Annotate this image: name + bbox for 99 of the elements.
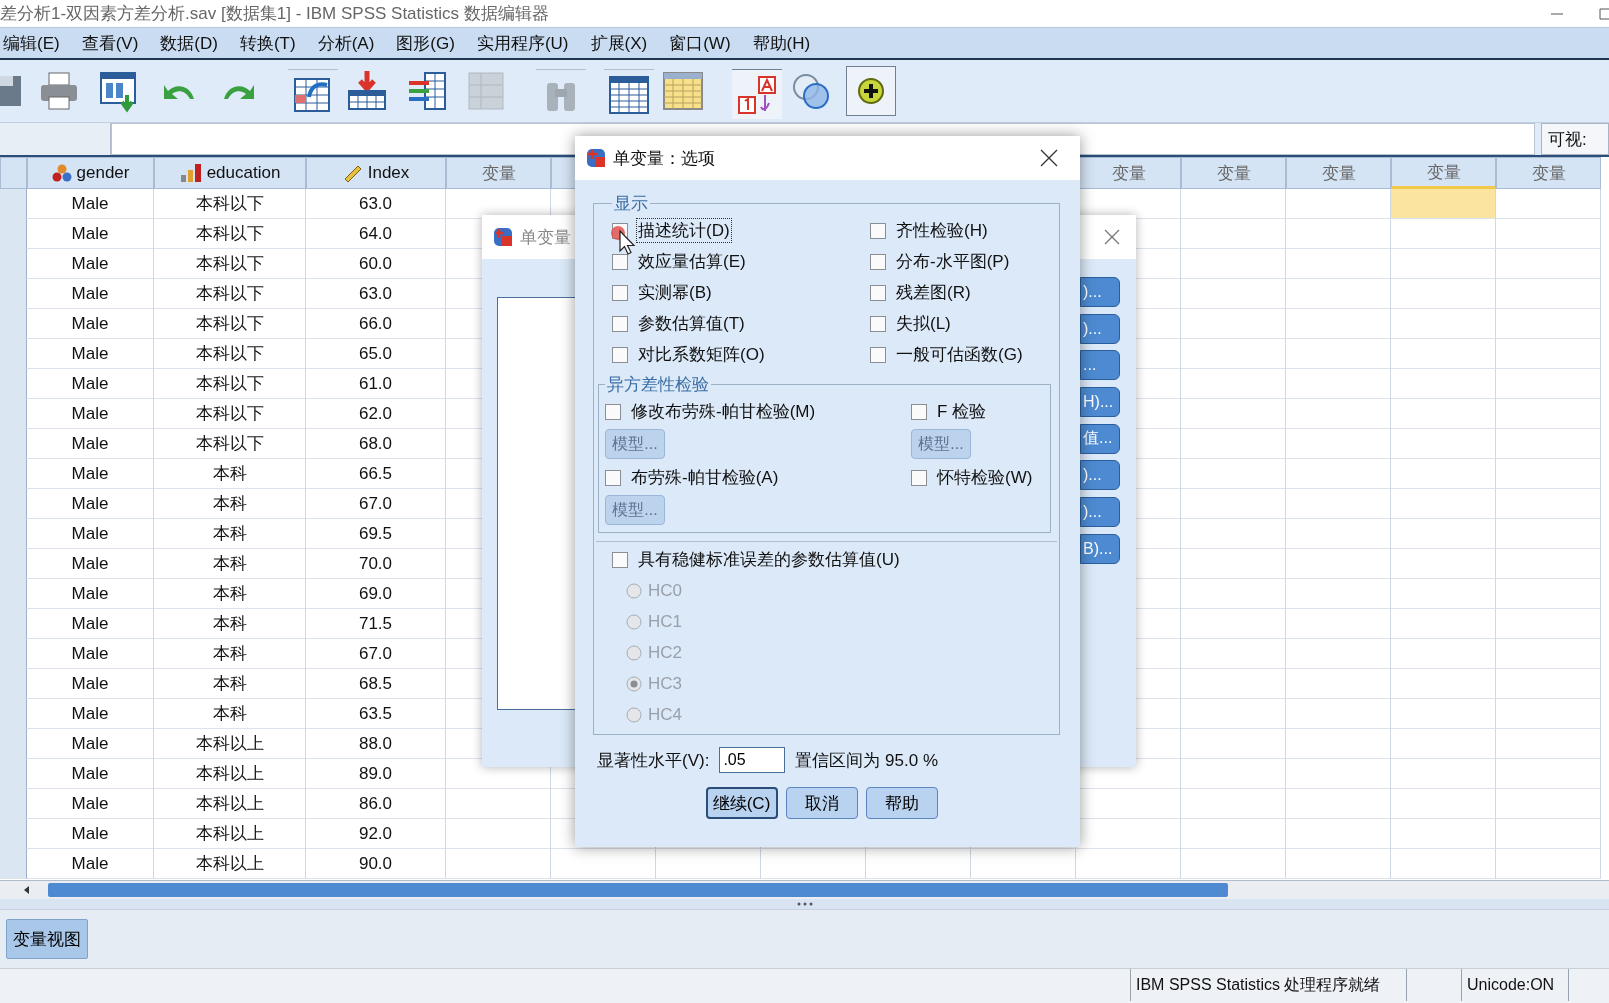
option-label: HC4: [648, 704, 682, 725]
dialog-title: 单变量：选项: [613, 147, 715, 170]
table-cell: 88.0: [306, 729, 446, 759]
option-label: 实测幂(B): [637, 282, 713, 304]
table-cell: 86.0: [306, 789, 446, 819]
option-label: 齐性检验(H): [895, 220, 989, 242]
group-title: 异方差性检验: [606, 374, 710, 396]
table-cell: 本科以下: [154, 309, 306, 339]
status-text: IBM SPSS Statistics 处理程序就绪: [1130, 969, 1406, 1001]
option-label: 失拟(L): [895, 313, 952, 335]
table-cell: 60.0: [306, 249, 446, 279]
table-cell: 本科以下: [154, 249, 306, 279]
option-label: 效应量估算(E): [637, 251, 747, 273]
table-cell: 本科: [154, 639, 306, 669]
table-cell: 64.0: [306, 219, 446, 249]
table-cell: Male: [27, 189, 154, 219]
table-cell: 69.5: [306, 519, 446, 549]
group-title: 显示: [613, 193, 649, 215]
table-cell: 68.0: [306, 429, 446, 459]
table-cell: Male: [27, 279, 154, 309]
option-label: 分布-水平图(P): [895, 251, 1011, 273]
table-cell: 92.0: [306, 819, 446, 849]
table-cell: Male: [27, 519, 154, 549]
table-cell: 本科: [154, 549, 306, 579]
option-label: 残差图(R): [895, 282, 972, 304]
option-label: 修改布劳殊-帕甘检验(M): [630, 401, 817, 423]
table-cell: 本科以下: [154, 399, 306, 429]
option-label: 怀特检验(W): [935, 467, 1034, 489]
table-cell: 本科以下: [154, 369, 306, 399]
table-cell: Male: [27, 219, 154, 249]
table-cell: 70.0: [306, 549, 446, 579]
table-cell: 本科: [154, 459, 306, 489]
option-label: 具有稳健标准误差的参数估算值(U): [637, 549, 901, 571]
table-cell: 69.0: [306, 579, 446, 609]
table-cell: 90.0: [306, 849, 446, 879]
table-cell: 本科以下: [154, 189, 306, 219]
table-cell: Male: [27, 459, 154, 489]
table-cell: Male: [27, 729, 154, 759]
option-label: HC0: [648, 580, 682, 601]
table-cell: 63.0: [306, 279, 446, 309]
table-cell: Male: [27, 789, 154, 819]
status-text: Unicode:ON: [1461, 969, 1568, 1001]
table-cell: Male: [27, 249, 154, 279]
table-cell: 本科以上: [154, 729, 306, 759]
table-cell: Male: [27, 609, 154, 639]
option-label: HC2: [648, 642, 682, 663]
table-cell: Male: [27, 489, 154, 519]
table-cell: 本科: [154, 609, 306, 639]
table-cell: 68.5: [306, 669, 446, 699]
table-cell: Male: [27, 849, 154, 879]
table-cell: Male: [27, 399, 154, 429]
table-cell: 本科以下: [154, 219, 306, 249]
table-cell: Male: [27, 699, 154, 729]
table-cell: Male: [27, 639, 154, 669]
table-cell: 本科以上: [154, 759, 306, 789]
table-cell: Male: [27, 429, 154, 459]
table-cell: 本科: [154, 579, 306, 609]
window-title: 差分析1-双因素方差分析.sav [数据集1] - IBM SPSS Statistics 数据编辑器: [0, 3, 549, 25]
dialog-title: 单变量: [520, 226, 571, 249]
option-label: 描述统计(D): [636, 218, 732, 243]
table-cell: 62.0: [306, 399, 446, 429]
option-label: 一般可估函数(G): [895, 344, 1024, 366]
table-cell: 本科: [154, 489, 306, 519]
table-cell: 本科: [154, 669, 306, 699]
table-cell: 66.0: [306, 309, 446, 339]
table-cell: Male: [27, 579, 154, 609]
option-label: HC3: [648, 673, 682, 694]
table-cell: 65.0: [306, 339, 446, 369]
table-cell: 本科以下: [154, 279, 306, 309]
table-cell: 89.0: [306, 759, 446, 789]
visible-label: 可视:: [1548, 128, 1587, 151]
table-cell: 67.0: [306, 639, 446, 669]
table-cell: Male: [27, 339, 154, 369]
option-label: 布劳殊-帕甘检验(A): [630, 467, 780, 489]
option-label: HC1: [648, 611, 682, 632]
table-cell: Male: [27, 369, 154, 399]
table-cell: 63.5: [306, 699, 446, 729]
table-cell: 本科: [154, 519, 306, 549]
table-cell: 71.5: [306, 609, 446, 639]
table-cell: 本科: [154, 699, 306, 729]
table-cell: 67.0: [306, 489, 446, 519]
table-cell: Male: [27, 669, 154, 699]
table-cell: Male: [27, 759, 154, 789]
field-label: 显著性水平(V):: [597, 749, 710, 772]
option-label: 对比系数矩阵(O): [637, 344, 766, 366]
table-cell: 63.0: [306, 189, 446, 219]
table-cell: 66.5: [306, 459, 446, 489]
table-cell: 61.0: [306, 369, 446, 399]
table-cell: 本科以上: [154, 819, 306, 849]
table-cell: 本科以下: [154, 339, 306, 369]
table-cell: 本科以上: [154, 789, 306, 819]
option-label: F 检验: [936, 401, 988, 423]
table-cell: Male: [27, 819, 154, 849]
table-cell: 本科以上: [154, 849, 306, 879]
table-cell: Male: [27, 309, 154, 339]
table-cell: 本科以下: [154, 429, 306, 459]
table-cell: Male: [27, 549, 154, 579]
option-label: 参数估算值(T): [637, 313, 746, 335]
confidence-text: 置信区间为 95.0 %: [795, 749, 939, 772]
